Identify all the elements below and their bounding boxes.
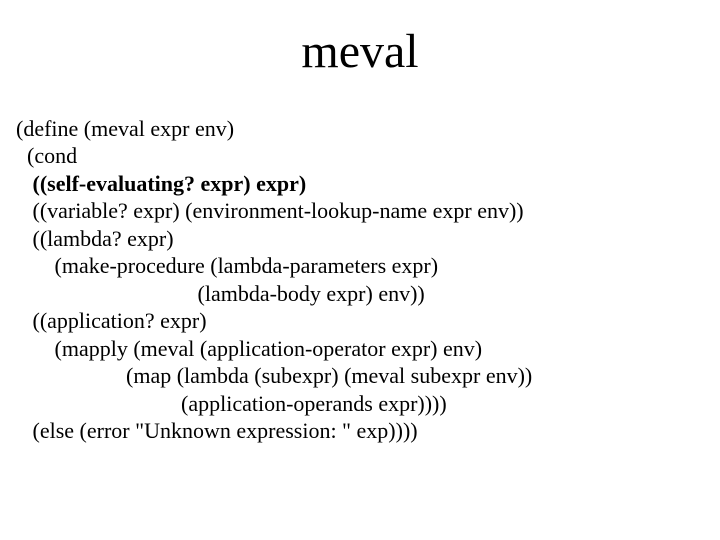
code-block: (define (meval expr env) (cond ((self-ev… bbox=[16, 87, 720, 445]
code-line-11: (application-operands expr)))) bbox=[16, 391, 447, 416]
code-line-10: (map (lambda (subexpr) (meval subexpr en… bbox=[16, 363, 532, 388]
code-line-3b: ((self-evaluating? expr) expr) bbox=[33, 171, 307, 196]
code-line-5: ((lambda? expr) bbox=[16, 226, 174, 251]
slide: meval (define (meval expr env) (cond ((s… bbox=[0, 24, 720, 540]
code-line-8: ((application? expr) bbox=[16, 308, 207, 333]
code-line-12: (else (error "Unknown expression: " exp)… bbox=[16, 418, 418, 443]
code-line-9: (mapply (meval (application-operator exp… bbox=[16, 336, 482, 361]
code-line-1: (define (meval expr env) bbox=[16, 116, 234, 141]
code-line-2: (cond bbox=[16, 143, 77, 168]
code-line-6: (make-procedure (lambda-parameters expr) bbox=[16, 253, 438, 278]
code-line-4: ((variable? expr) (environment-lookup-na… bbox=[16, 198, 524, 223]
code-line-3a bbox=[16, 171, 33, 196]
slide-title: meval bbox=[0, 24, 720, 79]
code-line-7: (lambda-body expr) env)) bbox=[16, 281, 425, 306]
